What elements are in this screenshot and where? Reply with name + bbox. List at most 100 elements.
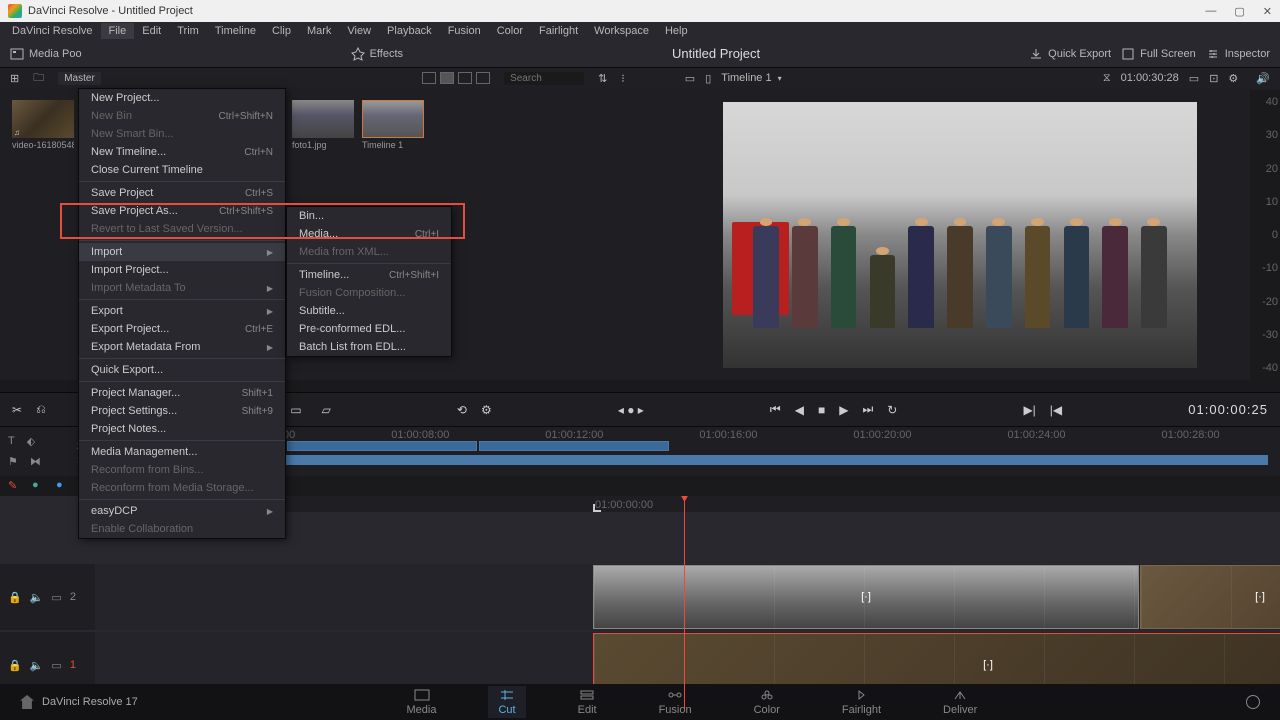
opt3-icon[interactable]: ⚙ [1228,72,1238,85]
timecode-display[interactable]: 01:00:00:25 [1188,402,1268,417]
marker-tool-icon[interactable]: ⬖ [27,435,35,448]
menu-color[interactable]: Color [489,23,531,39]
menu-item[interactable]: Import Project... [79,261,285,279]
media-thumb[interactable]: foto1.jpg [292,100,354,150]
menu-item[interactable]: Project Notes... [79,420,285,438]
prev-clip-button[interactable]: |◀ [1050,403,1062,417]
quick-export-button[interactable]: Quick Export [1029,47,1111,61]
menu-item[interactable]: Save Project As...Ctrl+Shift+S [79,202,285,220]
menu-item[interactable]: Media Management... [79,443,285,461]
lock-b-icon[interactable]: ● [56,479,70,493]
menu-item[interactable]: Save ProjectCtrl+S [79,184,285,202]
media-thumb[interactable]: ♫video-16180548 [12,100,74,150]
play-reverse-button[interactable]: ◀ [795,403,804,417]
lock-a-icon[interactable]: ● [32,479,46,493]
tool-split-icon[interactable]: ✂ [12,403,22,417]
tool-scissors-icon[interactable]: ⎌ [36,402,46,417]
track-mute-icon[interactable]: 🔈 [30,591,44,604]
filter-icon[interactable]: ⁝ [621,72,625,85]
view-list-icon[interactable] [476,72,490,84]
main-playhead[interactable] [684,496,685,710]
view-metadata-icon[interactable] [422,72,436,84]
menu-item[interactable]: New Project... [79,89,285,107]
viewer-image[interactable] [723,102,1197,368]
menu-trim[interactable]: Trim [169,23,207,39]
text-tool-icon[interactable]: T [8,435,15,448]
stop-button[interactable]: ■ [818,403,825,417]
import-media-icon[interactable]: ⊞ [10,72,19,85]
ripple-icon[interactable]: ▱ [322,403,331,417]
menu-item[interactable]: Project Settings...Shift+9 [79,402,285,420]
opt1-icon[interactable]: ▭ [1189,72,1199,85]
menu-item[interactable]: Quick Export... [79,361,285,379]
page-media[interactable]: Media [397,686,447,718]
track-lock-icon[interactable]: 🔒 [8,659,22,672]
menu-item[interactable]: New Timeline...Ctrl+N [79,143,285,161]
page-deliver[interactable]: Deliver [933,686,987,718]
menu-item[interactable]: easyDCP▶ [79,502,285,520]
go-start-button[interactable]: ⏮ [770,402,781,417]
view-toggle-icon[interactable]: ▭ [685,72,695,85]
menu-edit[interactable]: Edit [134,23,169,39]
menu-clip[interactable]: Clip [264,23,299,39]
menu-workspace[interactable]: Workspace [586,23,657,39]
submenu-item[interactable]: Batch List from EDL... [287,338,451,356]
submenu-item[interactable]: Pre-conformed EDL... [287,320,451,338]
menu-item[interactable]: Close Current Timeline [79,161,285,179]
menu-fusion[interactable]: Fusion [440,23,489,39]
settings-icon[interactable]: ⚙ [481,403,492,417]
submenu-item[interactable]: Media...Ctrl+I [287,225,451,243]
maximize-button[interactable]: ▢ [1234,5,1244,18]
page-edit[interactable]: Edit [568,686,607,718]
submenu-item[interactable]: Bin... [287,207,451,225]
menu-file[interactable]: File [101,23,135,39]
home-icon[interactable] [20,695,34,709]
view-strip-icon[interactable] [458,72,472,84]
transition-tool-icon[interactable]: ⧓ [30,455,41,468]
menu-item[interactable]: Export▶ [79,302,285,320]
flag-tool-icon[interactable]: ⚑ [8,455,18,468]
prev-dot-icon[interactable]: ◂ ● ▸ [618,403,644,417]
track-view-icon[interactable]: ▭ [51,659,61,672]
menu-view[interactable]: View [339,23,379,39]
submenu-item[interactable]: Subtitle... [287,302,451,320]
minimize-button[interactable]: — [1205,5,1216,18]
timeline-clip[interactable]: [·] [1140,565,1280,629]
menu-playback[interactable]: Playback [379,23,440,39]
in-point-marker[interactable] [593,504,601,512]
sort-icon[interactable]: ⇅ [598,72,607,85]
append-icon[interactable]: ▭ [290,403,301,417]
inspector-button[interactable]: Inspector [1206,47,1270,61]
full-screen-button[interactable]: Full Screen [1121,47,1196,61]
go-end-button[interactable]: ⏭ [862,402,873,417]
view-thumb-icon[interactable] [440,72,454,84]
page-fusion[interactable]: Fusion [649,686,702,718]
effects-button[interactable]: Effects [351,47,403,61]
pencil-tool-icon[interactable]: ✎ [8,479,22,493]
menu-item[interactable]: Import▶ [79,243,285,261]
menu-item[interactable]: Export Metadata From▶ [79,338,285,356]
next-clip-button[interactable]: ▶| [1023,403,1035,417]
page-color[interactable]: Color [744,686,790,718]
tc-icon[interactable]: ⧖ [1103,72,1111,85]
track-mute-icon[interactable]: 🔈 [30,659,44,672]
speaker-icon[interactable]: 🔊 [1256,72,1270,85]
jog-icon[interactable]: ⟲ [457,403,467,417]
menu-timeline[interactable]: Timeline [207,23,264,39]
menu-item[interactable]: Project Manager...Shift+1 [79,384,285,402]
menu-davinci[interactable]: DaVinci Resolve [4,23,101,39]
track-view-icon[interactable]: ▭ [51,591,61,604]
menu-fairlight[interactable]: Fairlight [531,23,586,39]
project-settings-icon[interactable] [1246,695,1260,709]
page-fairlight[interactable]: Fairlight [832,686,891,718]
close-button[interactable]: ✕ [1263,5,1272,18]
timeline-selector[interactable]: Timeline 1▾ [721,72,781,84]
timeline-clip[interactable]: [·] [593,565,1139,629]
new-folder-icon[interactable]: 🗀 [33,69,44,88]
track-lock-icon[interactable]: 🔒 [8,591,22,604]
play-button[interactable]: ▶ [839,403,848,417]
master-bin[interactable]: Master [58,72,101,85]
menu-item[interactable]: Export Project...Ctrl+E [79,320,285,338]
media-thumb[interactable]: Timeline 1 [362,100,424,150]
page-cut[interactable]: Cut [488,686,525,718]
